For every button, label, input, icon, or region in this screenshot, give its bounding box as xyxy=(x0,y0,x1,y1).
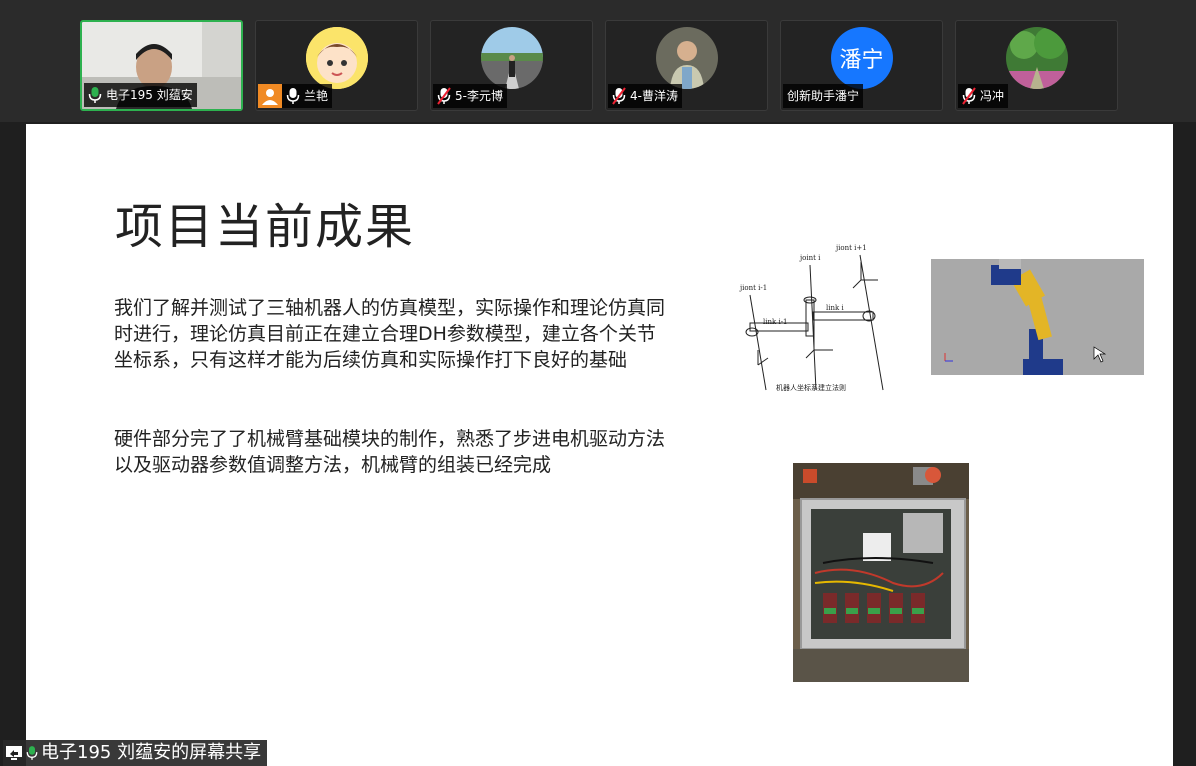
label-link-prev: link i-1 xyxy=(763,318,788,326)
mic-on-icon xyxy=(88,87,102,103)
robot-arm-simulation-image xyxy=(931,259,1144,375)
participant-name-tag: 冯冲 xyxy=(958,84,1009,108)
mic-on-icon xyxy=(26,746,38,760)
diagram-caption: 机器人坐标系建立法则 xyxy=(776,383,846,392)
label-joint-i: joint i xyxy=(799,254,821,262)
slide-title: 项目当前成果 xyxy=(115,199,416,255)
participant-name: 冯冲 xyxy=(980,89,1005,103)
avatar-initials: 潘宁 xyxy=(839,48,884,73)
participant-name: 4-曹洋涛 xyxy=(630,89,678,103)
participant-tile-6[interactable]: 冯冲 xyxy=(955,20,1118,111)
mic-on-icon xyxy=(286,88,300,104)
participant-tile-2[interactable]: 兰艳 xyxy=(255,20,418,111)
avatar xyxy=(305,27,368,89)
participant-name-tag: 5-李元博 xyxy=(433,84,507,108)
participant-name: 5-李元博 xyxy=(455,89,503,103)
label-joint-prev: jiont i-1 xyxy=(739,284,767,292)
slide-paragraph-1: 我们了解并测试了三轴机器人的仿真模型，实际操作和理论仿真同时进行，理论仿真目前正… xyxy=(114,297,666,371)
avatar xyxy=(480,27,543,89)
participant-name: 创新助手潘宁 xyxy=(787,89,860,103)
participant-name-tag: 4-曹洋涛 xyxy=(608,84,682,108)
cartoon-avatar-image xyxy=(305,27,368,89)
shared-screen-slide: 项目当前成果 我们了解并测试了三轴机器人的仿真模型，实际操作和理论仿真同时进行，… xyxy=(26,124,1173,766)
screen-share-icon xyxy=(6,746,22,760)
participant-name-tag: 兰艳 xyxy=(258,84,333,108)
participant-tile-1[interactable]: 电子195 刘蕴安 xyxy=(80,20,243,111)
participant-name: 电子195 刘蕴安 xyxy=(106,88,193,102)
avatar xyxy=(655,27,718,89)
person-photo-avatar xyxy=(655,27,718,89)
screen-share-indicator[interactable]: 电子195 刘蕴安的屏幕共享 xyxy=(3,740,268,766)
participant-tile-3[interactable]: 5-李元博 xyxy=(430,20,593,111)
participant-gallery-bar: 电子195 刘蕴安 兰艳 5-李元博 4-曹洋涛 潘宁 创新助手潘宁 冯冲 xyxy=(0,0,1196,122)
robot-coordinate-diagram: jiont i-1 joint i jiont i+1 link i-1 lin… xyxy=(739,244,884,392)
participant-tile-5[interactable]: 潘宁 创新助手潘宁 xyxy=(780,20,943,111)
label-joint-next: jiont i+1 xyxy=(835,244,867,252)
label-link-i: link i xyxy=(826,304,844,312)
avatar xyxy=(1005,27,1068,89)
hardware-electronics-photo xyxy=(793,463,969,682)
participant-tile-4[interactable]: 4-曹洋涛 xyxy=(605,20,768,111)
garden-photo-avatar xyxy=(1005,27,1068,89)
share-label-text: 电子195 刘蕴安的屏幕共享 xyxy=(41,742,262,763)
participant-name: 兰艳 xyxy=(304,89,329,103)
participant-name-tag: 创新助手潘宁 xyxy=(783,84,864,108)
slide-paragraph-2: 硬件部分完了了机械臂基础模块的制作，熟悉了步进电机驱动方法以及驱动器参数值调整方… xyxy=(114,428,666,476)
outdoor-photo-avatar xyxy=(480,27,543,89)
host-badge-icon xyxy=(258,84,282,108)
avatar: 潘宁 xyxy=(830,27,893,89)
mic-muted-icon xyxy=(612,87,626,105)
participant-name-tag: 电子195 刘蕴安 xyxy=(84,83,197,107)
mic-muted-icon xyxy=(437,87,451,105)
mic-muted-icon xyxy=(962,87,976,105)
